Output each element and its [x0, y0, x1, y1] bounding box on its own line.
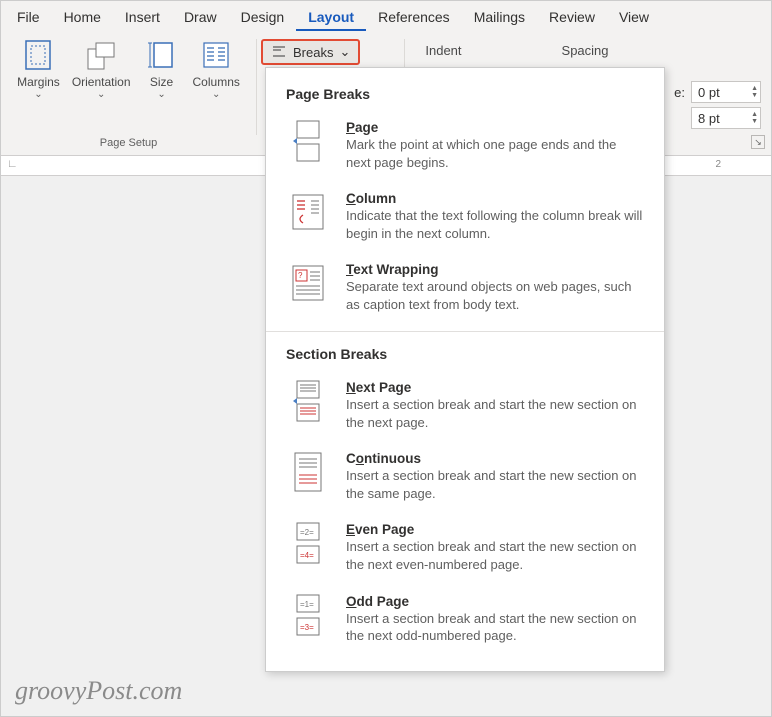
break-continuous-desc: Insert a section break and start the new…	[346, 467, 644, 502]
breaks-label: Breaks	[293, 45, 333, 60]
tab-draw[interactable]: Draw	[172, 3, 229, 31]
dialog-launcher[interactable]: ↘	[751, 135, 765, 149]
odd-page-icon: =1= =3=	[290, 594, 326, 636]
chevron-down-icon: ⌄	[34, 89, 42, 100]
spinner-icon[interactable]: ▲▼	[751, 111, 758, 125]
breaks-icon	[271, 44, 287, 60]
spacing-before-value: 0 pt	[698, 85, 720, 100]
break-continuous[interactable]: Continuous Insert a section break and st…	[266, 443, 664, 514]
break-column[interactable]: Column Indicate that the text following …	[266, 183, 664, 254]
page-break-icon	[290, 120, 326, 162]
break-page[interactable]: Page Mark the point at which one page en…	[266, 112, 664, 183]
tab-view[interactable]: View	[607, 3, 661, 31]
svg-text:=4=: =4=	[300, 551, 314, 560]
margins-label: Margins	[17, 75, 60, 89]
spacing-after-value: 8 pt	[698, 111, 720, 126]
tab-references[interactable]: References	[366, 3, 462, 31]
page-setup-group: Margins ⌄ Orientation ⌄ Size ⌄ Columns ⌄	[1, 31, 256, 155]
dropdown-separator	[266, 331, 664, 332]
page-setup-label: Page Setup	[7, 137, 250, 153]
break-even-page-title: Even Page	[346, 522, 644, 537]
even-page-icon: =2= =4=	[290, 522, 326, 564]
break-even-page-desc: Insert a section break and start the new…	[346, 538, 644, 573]
tab-home[interactable]: Home	[52, 3, 113, 31]
break-column-title: Column	[346, 191, 644, 206]
spacing-before-label: e:	[667, 85, 685, 100]
spacing-before-input[interactable]: 0 pt ▲▼	[691, 81, 761, 103]
break-text-wrapping[interactable]: ? Text Wrapping Separate text around obj…	[266, 254, 664, 325]
chevron-down-icon: ⌄	[339, 44, 350, 60]
break-continuous-title: Continuous	[346, 451, 644, 466]
svg-text:?: ?	[298, 271, 303, 280]
break-next-page[interactable]: Next Page Insert a section break and sta…	[266, 372, 664, 443]
break-odd-page[interactable]: =1= =3= Odd Page Insert a section break a…	[266, 586, 664, 657]
break-even-page[interactable]: =2= =4= Even Page Insert a section break …	[266, 514, 664, 585]
text-wrapping-icon: ?	[290, 262, 326, 304]
break-text-wrapping-desc: Separate text around objects on web page…	[346, 278, 644, 313]
size-button[interactable]: Size ⌄	[137, 35, 187, 104]
svg-text:=2=: =2=	[300, 528, 314, 537]
chevron-down-icon: ⌄	[97, 89, 105, 100]
section-breaks-heading: Section Breaks	[266, 340, 664, 372]
orientation-icon	[85, 39, 117, 71]
column-break-icon	[290, 191, 326, 233]
orientation-button[interactable]: Orientation ⌄	[66, 35, 137, 104]
svg-text:=1=: =1=	[300, 600, 314, 609]
continuous-icon	[290, 451, 326, 493]
break-column-desc: Indicate that the text following the col…	[346, 207, 644, 242]
tab-review[interactable]: Review	[537, 3, 607, 31]
breaks-dropdown: Page Breaks Page Mark the point at which…	[265, 67, 665, 672]
columns-button[interactable]: Columns ⌄	[187, 35, 246, 104]
spacing-label: Spacing	[482, 31, 629, 58]
watermark: groovyPost.com	[15, 676, 182, 706]
tab-layout[interactable]: Layout	[296, 3, 366, 31]
breaks-button[interactable]: Breaks ⌄	[261, 39, 360, 65]
break-odd-page-title: Odd Page	[346, 594, 644, 609]
next-page-icon	[290, 380, 326, 422]
tab-design[interactable]: Design	[229, 3, 297, 31]
ruler-mark: 2	[715, 159, 721, 170]
tab-bar: File Home Insert Draw Design Layout Refe…	[1, 1, 771, 31]
orientation-label: Orientation	[72, 75, 131, 89]
size-icon	[146, 39, 178, 71]
break-odd-page-desc: Insert a section break and start the new…	[346, 610, 644, 645]
break-next-page-desc: Insert a section break and start the new…	[346, 396, 644, 431]
break-next-page-title: Next Page	[346, 380, 644, 395]
margins-icon	[22, 39, 54, 71]
break-page-title: Page	[346, 120, 644, 135]
ruler-tab-icon: ∟	[7, 158, 18, 170]
size-label: Size	[150, 75, 173, 89]
tab-insert[interactable]: Insert	[113, 3, 172, 31]
break-page-desc: Mark the point at which one page ends an…	[346, 136, 644, 171]
tab-mailings[interactable]: Mailings	[462, 3, 537, 31]
spinner-icon[interactable]: ▲▼	[751, 85, 758, 99]
page-breaks-heading: Page Breaks	[266, 80, 664, 112]
indent-label: Indent	[405, 31, 481, 58]
chevron-down-icon: ⌄	[157, 89, 165, 100]
spacing-after-input[interactable]: 8 pt ▲▼	[691, 107, 761, 129]
columns-icon	[200, 39, 232, 71]
svg-text:=3=: =3=	[300, 623, 314, 632]
margins-button[interactable]: Margins ⌄	[11, 35, 66, 104]
chevron-down-icon: ⌄	[212, 89, 220, 100]
spacing-controls: e: 0 pt ▲▼ 8 pt ▲▼	[667, 81, 761, 129]
tab-file[interactable]: File	[5, 3, 52, 31]
break-text-wrapping-title: Text Wrapping	[346, 262, 644, 277]
columns-label: Columns	[193, 75, 240, 89]
